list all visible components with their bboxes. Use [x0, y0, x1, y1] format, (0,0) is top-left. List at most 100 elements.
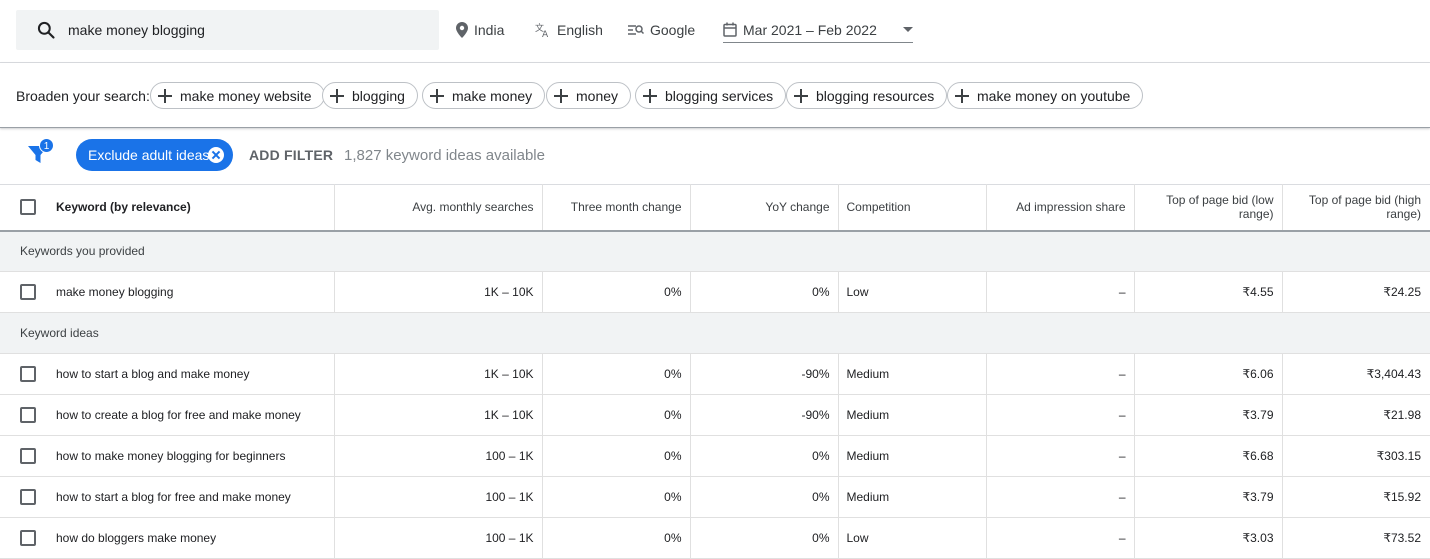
- select-all-checkbox[interactable]: [20, 199, 36, 216]
- avg-monthly-searches-cell: 1K – 10K: [334, 271, 543, 313]
- location-pin-icon: [456, 22, 468, 38]
- bid-high-cell: ₹21.98: [1282, 394, 1430, 436]
- exclude-adult-ideas-chip[interactable]: Exclude adult ideas: [76, 139, 233, 171]
- header-ad-impression-share[interactable]: Ad impression share: [986, 184, 1135, 232]
- broaden-chip[interactable]: make money on youtube: [947, 82, 1144, 109]
- row-checkbox[interactable]: [20, 448, 36, 464]
- competition-cell: Medium: [838, 435, 987, 477]
- bid-low-cell: ₹6.68: [1134, 435, 1283, 477]
- row-checkbox[interactable]: [20, 366, 36, 382]
- add-filter-button[interactable]: ADD FILTER: [249, 147, 333, 163]
- broaden-chip[interactable]: blogging: [322, 82, 418, 109]
- competition-cell: Medium: [838, 476, 987, 518]
- avg-monthly-searches-cell: 1K – 10K: [334, 353, 543, 395]
- ad-impression-share-cell: –: [986, 517, 1135, 559]
- competition-cell: Low: [838, 271, 987, 313]
- avg-monthly-searches-cell: 100 – 1K: [334, 517, 543, 559]
- ad-impression-share-cell: –: [986, 271, 1135, 313]
- keyword-text: how to start a blog for free and make mo…: [56, 490, 291, 504]
- filter-count-badge: 1: [39, 138, 54, 153]
- keyword-text: how to make money blogging for beginners: [56, 449, 286, 463]
- keyword-ideas-table: Keyword (by relevance) Avg. monthly sear…: [0, 184, 1430, 559]
- location-label: India: [474, 22, 505, 38]
- chip-label: make money: [452, 87, 533, 104]
- bid-low-cell: ₹3.79: [1134, 476, 1283, 518]
- table-row[interactable]: how to create a blog for free and make m…: [0, 394, 1430, 436]
- row-checkbox[interactable]: [20, 284, 36, 300]
- keyword-search-box[interactable]: [16, 10, 439, 50]
- header-bid-high[interactable]: Top of page bid (high range): [1282, 184, 1430, 232]
- chip-label: blogging resources: [816, 87, 935, 104]
- location-selector[interactable]: India: [456, 20, 504, 40]
- broaden-search-bar: Broaden your search: make money website …: [0, 63, 1430, 128]
- keyword-text: make money blogging: [56, 285, 174, 299]
- bid-high-cell: ₹73.52: [1282, 517, 1430, 559]
- plus-icon: [643, 88, 657, 103]
- bid-high-cell: ₹303.15: [1282, 435, 1430, 477]
- header-competition[interactable]: Competition: [838, 184, 987, 232]
- keyword-text: how to start a blog and make money: [56, 367, 250, 381]
- avg-monthly-searches-cell: 100 – 1K: [334, 435, 543, 477]
- calendar-icon: [723, 22, 737, 37]
- table-row[interactable]: how do bloggers make money 100 – 1K 0% 0…: [0, 517, 1430, 559]
- group-row-ideas: Keyword ideas: [0, 312, 1430, 354]
- header-keyword[interactable]: Keyword (by relevance): [0, 184, 335, 232]
- table-row[interactable]: how to start a blog for free and make mo…: [0, 476, 1430, 518]
- language-label: English: [557, 22, 603, 38]
- three-month-change-cell: 0%: [542, 394, 691, 436]
- broaden-chip[interactable]: blogging resources: [786, 82, 948, 109]
- chip-label: make money website: [180, 87, 312, 104]
- translate-icon: 文 A: [535, 22, 549, 38]
- chip-label: blogging services: [665, 87, 774, 104]
- header-avg-monthly-searches[interactable]: Avg. monthly searches: [334, 184, 543, 232]
- ad-impression-share-cell: –: [986, 394, 1135, 436]
- yoy-change-cell: 0%: [690, 271, 839, 313]
- network-label: Google: [650, 22, 696, 38]
- broaden-chip[interactable]: money: [546, 82, 632, 109]
- ad-impression-share-cell: –: [986, 353, 1135, 395]
- date-range-selector[interactable]: Mar 2021 – Feb 2022: [723, 19, 913, 43]
- plus-icon: [955, 88, 969, 103]
- group-label: Keyword ideas: [0, 312, 1430, 354]
- yoy-change-cell: -90%: [690, 394, 839, 436]
- keyword-text: how do bloggers make money: [56, 531, 217, 545]
- network-selector[interactable]: Google: [628, 20, 695, 40]
- broaden-chip[interactable]: make money website: [150, 82, 325, 109]
- keyword-ideas-count: 1,827 keyword ideas available: [344, 147, 545, 164]
- table-row[interactable]: how to make money blogging for beginners…: [0, 435, 1430, 477]
- plus-icon: [158, 88, 172, 103]
- broaden-chip[interactable]: blogging services: [635, 82, 787, 109]
- dropdown-caret-icon: [902, 27, 913, 32]
- header-three-month-change[interactable]: Three month change: [542, 184, 691, 232]
- broaden-chip[interactable]: make money: [422, 82, 546, 109]
- search-icon: [37, 21, 55, 39]
- plus-icon: [330, 88, 344, 103]
- three-month-change-cell: 0%: [542, 271, 691, 313]
- language-selector[interactable]: 文 A English: [535, 20, 603, 40]
- broaden-label: Broaden your search:: [16, 88, 150, 104]
- three-month-change-cell: 0%: [542, 435, 691, 477]
- header-yoy-change[interactable]: YoY change: [690, 184, 839, 232]
- bid-low-cell: ₹3.03: [1134, 517, 1283, 559]
- table-row[interactable]: how to start a blog and make money 1K – …: [0, 353, 1430, 395]
- svg-text:A: A: [542, 30, 549, 38]
- header-keyword-label: Keyword (by relevance): [56, 200, 191, 215]
- keyword-search-input[interactable]: [68, 10, 428, 50]
- row-checkbox[interactable]: [20, 489, 36, 505]
- competition-cell: Medium: [838, 353, 987, 395]
- row-checkbox[interactable]: [20, 407, 36, 423]
- remove-filter-icon[interactable]: [208, 147, 224, 163]
- exclude-chip-label: Exclude adult ideas: [88, 147, 210, 163]
- bid-high-cell: ₹3,404.43: [1282, 353, 1430, 395]
- table-row[interactable]: make money blogging 1K – 10K 0% 0% Low –…: [0, 271, 1430, 313]
- bid-low-cell: ₹6.06: [1134, 353, 1283, 395]
- table-header-row: Keyword (by relevance) Avg. monthly sear…: [0, 184, 1430, 232]
- avg-monthly-searches-cell: 1K – 10K: [334, 394, 543, 436]
- date-range-label: Mar 2021 – Feb 2022: [743, 21, 877, 38]
- keyword-text: how to create a blog for free and make m…: [56, 408, 301, 422]
- row-checkbox[interactable]: [20, 530, 36, 546]
- chip-label: blogging: [352, 87, 405, 104]
- yoy-change-cell: 0%: [690, 517, 839, 559]
- header-bid-low[interactable]: Top of page bid (low range): [1134, 184, 1283, 232]
- chip-label: make money on youtube: [977, 87, 1131, 104]
